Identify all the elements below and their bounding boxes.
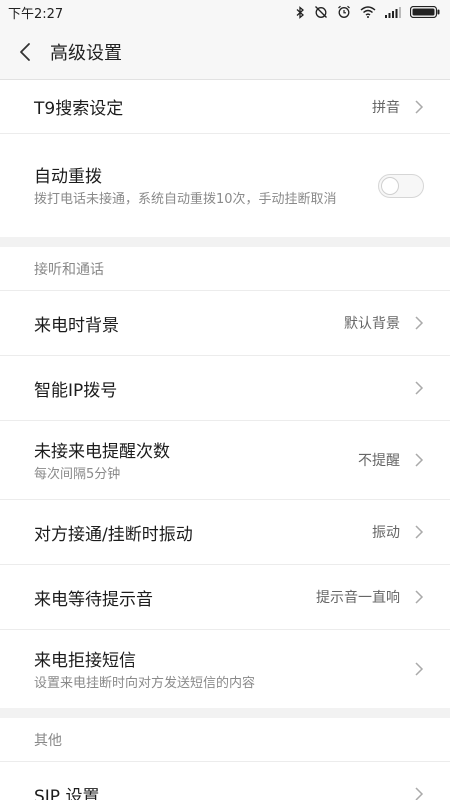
other-section: 其他 SIP 设置 xyxy=(0,718,450,800)
setting-value: 拼音 xyxy=(372,99,400,116)
alarm-off-icon xyxy=(315,6,327,18)
setting-description: 每次间隔5分钟 xyxy=(34,466,121,482)
connect-hangup-vibrate-setting[interactable]: 对方接通/挂断时振动 振动 xyxy=(0,500,450,565)
auto-redial-setting[interactable]: 自动重拨 拨打电话未接通，系统自动重拨10次，手动挂断取消 xyxy=(0,134,450,237)
setting-label: 自动重拨 xyxy=(34,167,102,187)
settings-list: T9搜索设定 拼音 自动重拨 拨打电话未接通，系统自动重拨10次，手动挂断取消 … xyxy=(0,80,450,800)
setting-value: 不提醒 xyxy=(358,453,400,469)
section-header-calls: 接听和通话 xyxy=(0,247,450,291)
status-bar: 下午2:27 xyxy=(0,0,450,24)
status-time: 下午2:27 xyxy=(8,6,64,22)
chevron-right-icon xyxy=(415,787,424,800)
setting-label: 来电等待提示音 xyxy=(34,589,153,610)
chevron-right-icon xyxy=(415,662,424,676)
call-waiting-tone-setting[interactable]: 来电等待提示音 提示音一直响 xyxy=(0,565,450,630)
setting-value: 默认背景 xyxy=(344,316,400,332)
setting-label: 未接来电提醒次数 xyxy=(34,441,170,462)
battery-icon xyxy=(410,6,440,18)
incoming-call-background-setting[interactable]: 来电时背景 默认背景 xyxy=(0,291,450,356)
bluetooth-icon xyxy=(296,5,304,19)
reject-call-sms-setting[interactable]: 来电拒接短信 设置来电挂断时向对方发送短信的内容 xyxy=(0,630,450,708)
setting-description: 拨打电话未接通，系统自动重拨10次，手动挂断取消 xyxy=(34,192,337,207)
status-icons xyxy=(296,5,440,19)
back-arrow-icon xyxy=(20,42,30,61)
section-separator xyxy=(0,237,450,247)
setting-label: 来电拒接短信 xyxy=(34,650,136,671)
setting-label: 来电时背景 xyxy=(34,315,119,336)
chevron-right-icon xyxy=(415,381,424,395)
calls-section: 接听和通话 来电时背景 默认背景 智能IP拨号 未接来电提醒次数 每次间隔5分钟… xyxy=(0,247,450,708)
smart-ip-dial-setting[interactable]: 智能IP拨号 xyxy=(0,356,450,421)
setting-value: 振动 xyxy=(372,525,400,541)
title-bar: 高级设置 xyxy=(0,24,450,80)
auto-redial-toggle[interactable] xyxy=(378,173,424,198)
chevron-right-icon xyxy=(415,525,424,539)
top-settings-group: T9搜索设定 拼音 自动重拨 拨打电话未接通，系统自动重拨10次，手动挂断取消 xyxy=(0,80,450,237)
t9-search-setting[interactable]: T9搜索设定 拼音 xyxy=(0,80,450,134)
chevron-right-icon xyxy=(415,453,424,467)
back-button[interactable] xyxy=(0,24,50,80)
wifi-icon xyxy=(360,6,376,18)
section-separator xyxy=(0,708,450,718)
chevron-right-icon xyxy=(415,590,424,604)
signal-icon xyxy=(385,6,401,18)
setting-value: 提示音一直响 xyxy=(316,590,400,606)
setting-label: T9搜索设定 xyxy=(34,99,124,119)
setting-label: SIP 设置 xyxy=(34,786,100,800)
chevron-right-icon xyxy=(415,99,424,114)
setting-label: 对方接通/挂断时振动 xyxy=(34,524,193,545)
section-header-other: 其他 xyxy=(0,718,450,762)
chevron-right-icon xyxy=(415,316,424,330)
missed-call-reminder-setting[interactable]: 未接来电提醒次数 每次间隔5分钟 不提醒 xyxy=(0,421,450,500)
setting-description: 设置来电挂断时向对方发送短信的内容 xyxy=(34,675,256,691)
sip-settings-item[interactable]: SIP 设置 xyxy=(0,762,450,800)
alarm-clock-icon xyxy=(338,5,350,18)
page-title: 高级设置 xyxy=(50,42,122,64)
toggle-knob xyxy=(381,176,399,195)
setting-label: 智能IP拨号 xyxy=(34,380,118,401)
